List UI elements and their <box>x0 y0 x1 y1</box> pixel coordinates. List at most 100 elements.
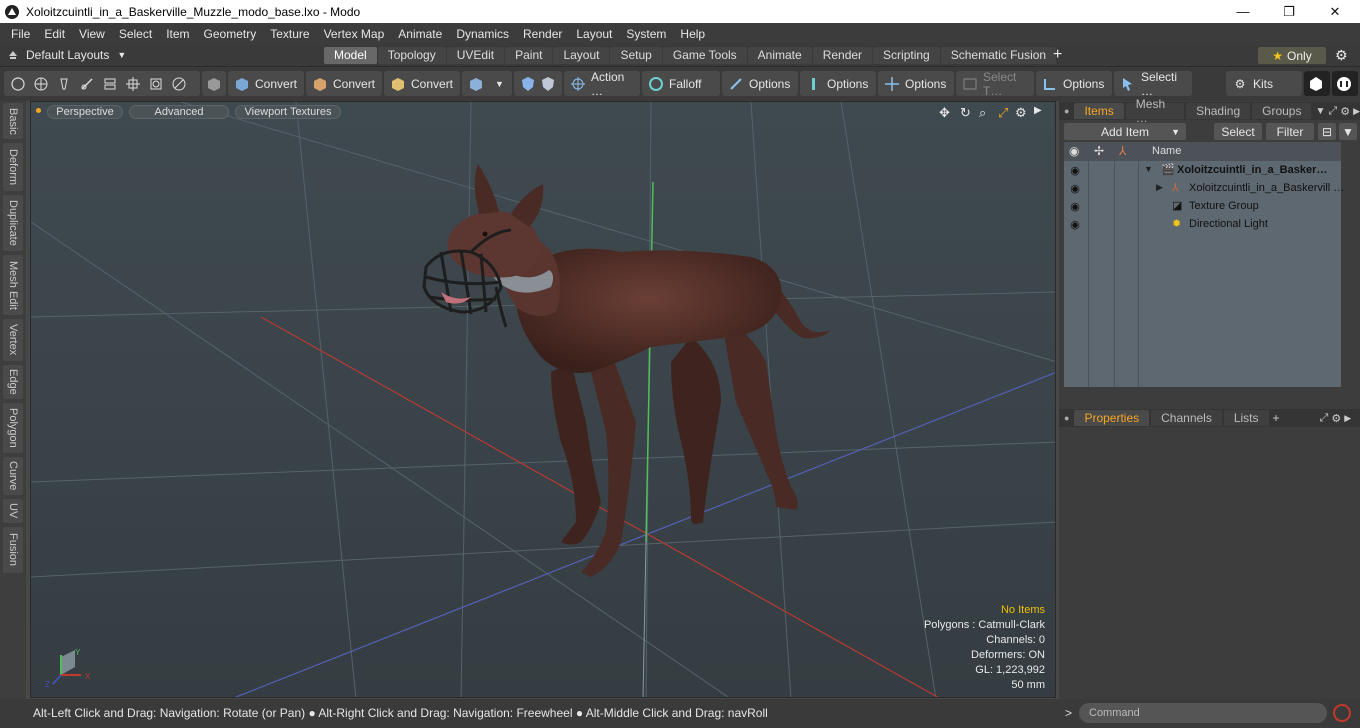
viewport-settings-icon[interactable]: ⚙ <box>1015 105 1027 121</box>
expand-arrow-icon[interactable]: ▶ <box>1156 182 1163 193</box>
panel-expand-icon[interactable]: ⤢ <box>1328 105 1337 118</box>
options-button-2[interactable]: Options <box>800 71 876 96</box>
menu-render[interactable]: Render <box>516 27 569 41</box>
tab-deform[interactable]: Deform <box>3 143 23 191</box>
tab-animate[interactable]: Animate <box>747 47 812 64</box>
tab-basic[interactable]: Basic <box>3 103 23 139</box>
3d-viewport[interactable]: Y X Z Perspective Advanced Viewport Text… <box>30 101 1056 698</box>
tab-scripting[interactable]: Scripting <box>873 47 940 64</box>
panel-gear-icon[interactable]: ⚙ <box>1340 105 1350 118</box>
tab-properties[interactable]: Properties <box>1074 410 1150 426</box>
eye-icon[interactable]: ◉ <box>1068 200 1082 214</box>
select-through-button[interactable]: Select T… <box>956 70 1034 98</box>
tab-items[interactable]: Items <box>1074 103 1124 119</box>
tab-schematic-fusion[interactable]: Schematic Fusion <box>940 47 1057 64</box>
tab-model[interactable]: Model <box>324 47 377 64</box>
tab-layout[interactable]: Layout <box>553 47 610 64</box>
panel-menu-chevron-icon[interactable]: ▼ <box>1315 106 1325 117</box>
options-button-1[interactable]: Options <box>722 71 798 96</box>
menu-edit[interactable]: Edit <box>37 27 72 41</box>
default-layouts-dropdown[interactable]: Default Layouts ▼ <box>8 48 126 62</box>
item-mode-icon[interactable] <box>148 76 164 92</box>
expand-arrow-icon[interactable]: ▼ <box>1144 164 1153 174</box>
tree-row-scene[interactable]: ◉ ▼ 🎬 Xoloitzcuintli_in_a_Basker… <box>1064 162 1341 180</box>
cube-icon-button[interactable] <box>202 71 226 96</box>
menu-geometry[interactable]: Geometry <box>197 27 264 41</box>
menu-view[interactable]: View <box>72 27 112 41</box>
vertex-mode-icon[interactable] <box>10 76 26 92</box>
tab-uv[interactable]: UV <box>3 499 23 523</box>
menu-animate[interactable]: Animate <box>391 27 449 41</box>
only-toggle[interactable]: ★ Only <box>1258 47 1326 64</box>
tab-mesh-edit[interactable]: Mesh Edit <box>3 255 23 315</box>
shield-icon[interactable] <box>520 76 536 92</box>
tab-shading[interactable]: Shading <box>1186 103 1251 119</box>
tab-setup[interactable]: Setup <box>610 47 662 64</box>
tab-lists[interactable]: Lists <box>1223 410 1269 426</box>
add-tab-button[interactable]: + <box>1273 411 1280 425</box>
tab-curve[interactable]: Curve <box>3 457 23 495</box>
panel-gear-icon[interactable]: ⚙ <box>1331 412 1341 425</box>
menu-select[interactable]: Select <box>112 27 159 41</box>
eye-icon[interactable]: ◉ <box>1068 164 1082 178</box>
menu-file[interactable]: File <box>4 27 37 41</box>
select-button[interactable]: Select <box>1214 123 1262 140</box>
menu-texture[interactable]: Texture <box>263 27 316 41</box>
convert-button-1[interactable]: Convert <box>228 71 304 96</box>
tab-polygon[interactable]: Polygon <box>3 403 23 453</box>
primitive-dropdown[interactable]: ▼ <box>462 71 512 96</box>
eye-icon[interactable]: ◉ <box>1068 218 1082 232</box>
menu-layout[interactable]: Layout <box>569 27 619 41</box>
zoom-view-icon[interactable]: ⌕ <box>979 105 986 121</box>
unity-button[interactable] <box>1304 71 1330 96</box>
tab-render[interactable]: Render <box>812 47 873 64</box>
maximize-button[interactable]: ❐ <box>1266 0 1312 23</box>
tree-row-texture-group[interactable]: ◉ ◪ Texture Group <box>1064 198 1341 216</box>
menu-item[interactable]: Item <box>159 27 196 41</box>
kits-button[interactable]: ⚙ Kits <box>1226 71 1302 96</box>
panel-arrow-icon[interactable]: ▶ <box>1344 413 1351 424</box>
tab-groups[interactable]: Groups <box>1252 103 1312 119</box>
eye-icon[interactable]: ◉ <box>1068 182 1082 196</box>
rotate-view-icon[interactable]: ↻ <box>960 105 971 121</box>
add-item-dropdown[interactable]: Add Item ▼ <box>1064 123 1186 140</box>
tree-row-directional-light[interactable]: ◉ ✹ Directional Light <box>1064 216 1341 234</box>
brush-icon[interactable] <box>79 76 95 92</box>
close-button[interactable]: ✕ <box>1312 0 1358 23</box>
record-macro-icon[interactable] <box>1333 704 1351 722</box>
viewport-menu-arrow-icon[interactable]: ▶ <box>1034 105 1042 116</box>
minimize-button[interactable]: — <box>1220 0 1266 23</box>
menu-vertex-map[interactable]: Vertex Map <box>317 27 392 41</box>
tab-mesh[interactable]: Mesh … <box>1125 97 1185 125</box>
action-center-button[interactable]: Action … <box>564 70 640 98</box>
options-button-3[interactable]: Options <box>878 71 954 96</box>
tab-uvedit[interactable]: UVEdit <box>446 47 505 64</box>
panel-arrow-icon[interactable]: ▶ <box>1353 106 1360 117</box>
maximize-view-icon[interactable]: ⤢ <box>998 105 1008 121</box>
polygon-mode-icon[interactable] <box>125 76 141 92</box>
tab-duplicate[interactable]: Duplicate <box>3 195 23 251</box>
edge-mode-icon[interactable] <box>102 76 118 92</box>
filter-button[interactable]: Filter <box>1266 123 1314 140</box>
tab-vertex[interactable]: Vertex <box>3 319 23 361</box>
pen-icon[interactable] <box>56 76 72 92</box>
selection-sets-button[interactable]: Selecti … <box>1114 70 1192 98</box>
convert-button-3[interactable]: Convert <box>384 71 460 96</box>
menu-dynamics[interactable]: Dynamics <box>449 27 516 41</box>
command-input[interactable]: Command <box>1079 703 1327 723</box>
panel-expand-icon[interactable]: ⤢ <box>1320 412 1329 425</box>
tab-channels[interactable]: Channels <box>1151 410 1222 426</box>
funnel-icon[interactable]: ▼ <box>1339 123 1357 140</box>
perspective-dropdown[interactable]: Perspective <box>47 105 123 119</box>
convert-button-2[interactable]: Convert <box>306 71 382 96</box>
tab-edge[interactable]: Edge <box>3 365 23 399</box>
advanced-dropdown[interactable]: Advanced <box>129 105 229 119</box>
tree-row-mesh[interactable]: ◉ ▶ ⅄ Xoloitzcuintli_in_a_Baskervill … <box>1064 180 1344 198</box>
gear-icon[interactable]: ⚙ <box>1335 47 1348 64</box>
shield-star-icon[interactable] <box>540 76 556 92</box>
menu-help[interactable]: Help <box>673 27 712 41</box>
viewport-textures-dropdown[interactable]: Viewport Textures <box>235 105 341 119</box>
unreal-button[interactable] <box>1332 71 1358 96</box>
tab-topology[interactable]: Topology <box>377 47 446 64</box>
tab-game-tools[interactable]: Game Tools <box>662 47 747 64</box>
